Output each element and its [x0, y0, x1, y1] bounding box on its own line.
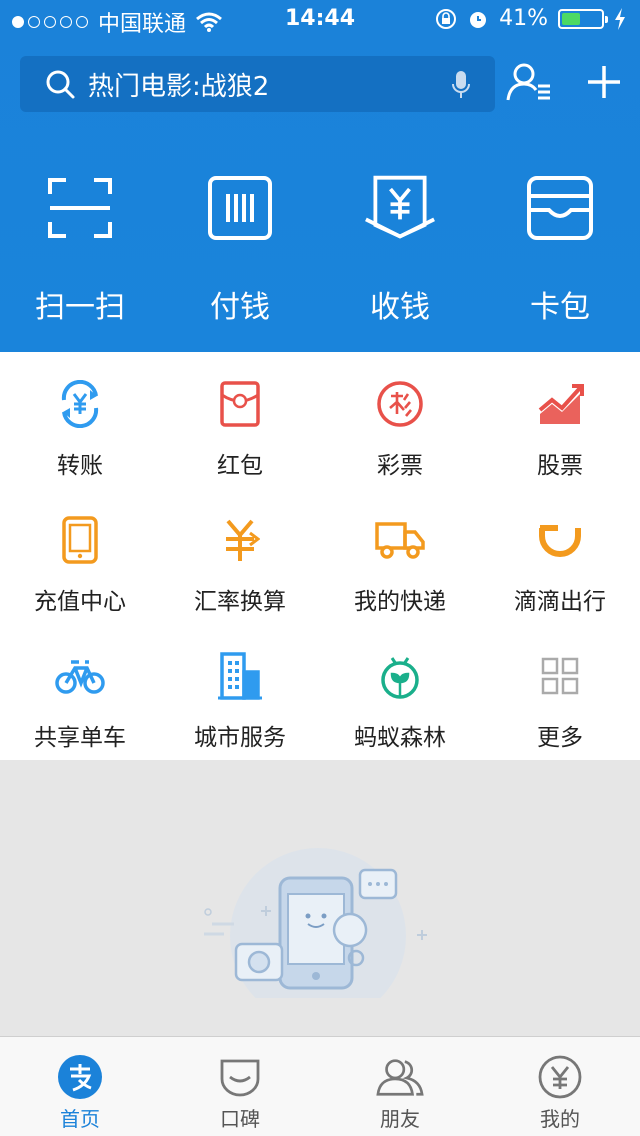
battery-icon — [558, 8, 608, 29]
contacts-icon[interactable] — [506, 62, 552, 102]
service-lottery[interactable]: 彩票 — [320, 352, 480, 488]
card-wallet-label: 卡包 — [530, 290, 590, 325]
service-label: 滴滴出行 — [514, 589, 606, 615]
service-label: 股票 — [537, 453, 583, 479]
city-building-icon — [218, 652, 262, 700]
service-label: 充值中心 — [34, 589, 126, 615]
feed-empty-area — [0, 760, 640, 1036]
empty-feed-illustration — [204, 848, 427, 998]
delivery-truck-icon — [375, 522, 425, 559]
ant-forest-icon — [381, 657, 419, 699]
microphone-icon[interactable] — [451, 70, 471, 100]
alipay-home-icon — [58, 1055, 102, 1099]
red-envelope-icon — [220, 381, 260, 427]
service-label: 汇率换算 — [194, 589, 286, 615]
tab-mine[interactable]: 我的 — [480, 1037, 640, 1136]
service-more[interactable]: 更多 — [480, 624, 640, 760]
pay-button[interactable]: 付钱 — [160, 172, 320, 326]
receive-label: 收钱 — [370, 290, 430, 325]
scan-icon — [48, 178, 112, 238]
yuan-receive-icon — [365, 175, 435, 239]
tab-label: 朋友 — [380, 1107, 420, 1131]
scan-label: 扫一扫 — [35, 290, 125, 325]
service-label: 更多 — [537, 725, 583, 751]
rotation-lock-icon — [436, 8, 457, 29]
service-grid: 转账 红包 彩票 股票 充值中心 汇率换算 我的快递 滴滴出行 共享单车 城市服… — [0, 352, 640, 760]
pay-label: 付钱 — [210, 290, 270, 325]
bicycle-icon — [55, 660, 105, 694]
header-area: 中国联通 14:44 41% 热门电影:战狼2 扫一扫 付钱 收钱 卡包 — [0, 0, 640, 352]
service-transfer[interactable]: 转账 — [0, 352, 160, 488]
bottom-tab-bar: 首页 口碑 朋友 我的 — [0, 1036, 640, 1136]
tab-label: 口碑 — [220, 1107, 260, 1131]
search-placeholder: 热门电影:战狼2 — [88, 71, 270, 102]
service-label: 共享单车 — [34, 725, 126, 751]
service-ant-forest[interactable]: 蚂蚁森林 — [320, 624, 480, 760]
battery-percent: 41% — [499, 6, 548, 31]
exchange-rate-icon — [226, 519, 260, 561]
my-yuan-icon — [538, 1055, 582, 1099]
koubei-icon — [220, 1059, 260, 1097]
service-bike-sharing[interactable]: 共享单车 — [0, 624, 160, 760]
tab-label: 我的 — [540, 1107, 580, 1131]
service-label: 蚂蚁森林 — [354, 725, 446, 751]
service-exchange[interactable]: 汇率换算 — [160, 488, 320, 624]
scan-button[interactable]: 扫一扫 — [0, 172, 160, 326]
service-didi[interactable]: 滴滴出行 — [480, 488, 640, 624]
stock-chart-icon — [538, 384, 584, 424]
service-label: 城市服务 — [194, 725, 286, 751]
more-grid-icon — [541, 657, 579, 695]
didi-icon — [539, 525, 581, 557]
search-icon — [46, 70, 75, 99]
transfer-icon — [61, 380, 99, 428]
tab-home[interactable]: 首页 — [0, 1037, 160, 1136]
service-city[interactable]: 城市服务 — [160, 624, 320, 760]
status-bar: 中国联通 14:44 41% — [0, 0, 640, 40]
tab-koubei[interactable]: 口碑 — [160, 1037, 320, 1136]
card-wallet-icon — [527, 176, 593, 240]
service-label: 红包 — [217, 453, 263, 479]
service-recharge[interactable]: 充值中心 — [0, 488, 160, 624]
charging-bolt-icon — [615, 7, 625, 30]
service-delivery[interactable]: 我的快递 — [320, 488, 480, 624]
tab-label: 首页 — [60, 1107, 100, 1131]
service-stocks[interactable]: 股票 — [480, 352, 640, 488]
add-icon[interactable] — [586, 64, 622, 100]
service-label: 彩票 — [377, 453, 423, 479]
phone-recharge-icon — [62, 516, 98, 564]
service-red-envelope[interactable]: 红包 — [160, 352, 320, 488]
alarm-icon — [470, 11, 487, 28]
service-label: 我的快递 — [354, 589, 446, 615]
card-wallet-button[interactable]: 卡包 — [480, 172, 640, 326]
lottery-icon — [377, 381, 423, 427]
service-label: 转账 — [57, 453, 103, 479]
search-bar[interactable]: 热门电影:战狼2 — [20, 56, 495, 112]
friends-icon — [376, 1059, 424, 1096]
barcode-pay-icon — [208, 176, 272, 240]
tab-friends[interactable]: 朋友 — [320, 1037, 480, 1136]
receive-button[interactable]: 收钱 — [320, 172, 480, 326]
